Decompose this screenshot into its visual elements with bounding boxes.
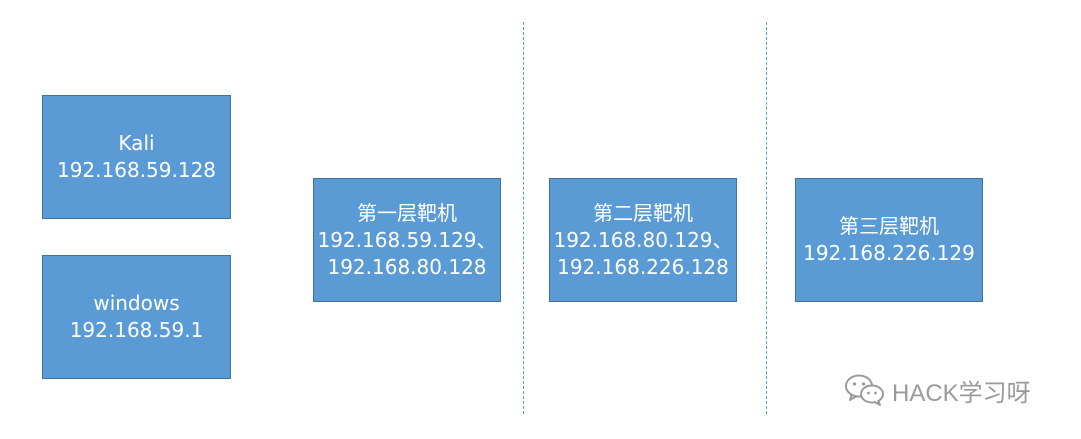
node-layer2-name: 第二层靶机 [593, 200, 693, 225]
watermark-text: HACK学习呀 [892, 379, 1031, 407]
node-layer1-ip-1: 192.168.59.129、 [317, 227, 497, 252]
wechat-icon [845, 374, 884, 406]
network-divider-1 [523, 22, 524, 414]
node-layer2-target: 第二层靶机 192.168.80.129、 192.168.226.128 [549, 178, 737, 302]
node-layer2-ip-1: 192.168.80.129、 [553, 227, 733, 252]
node-windows-ip: 192.168.59.1 [69, 318, 204, 342]
node-windows: windows 192.168.59.1 [42, 255, 231, 379]
network-divider-2 [766, 22, 767, 414]
node-kali-name: Kali [118, 131, 155, 155]
node-layer2-ip-2: 192.168.226.128 [557, 254, 729, 279]
node-layer1-target: 第一层靶机 192.168.59.129、 192.168.80.128 [313, 178, 501, 302]
node-layer3-target: 第三层靶机 192.168.226.129 [795, 178, 983, 302]
node-layer1-ip-2: 192.168.80.128 [327, 254, 487, 279]
node-kali-ip: 192.168.59.128 [56, 158, 217, 182]
node-layer1-name: 第一层靶机 [357, 200, 457, 225]
node-windows-name: windows [93, 291, 180, 315]
watermark: HACK学习呀 [844, 370, 1031, 410]
node-layer3-name: 第三层靶机 [839, 214, 939, 238]
node-kali: Kali 192.168.59.128 [42, 95, 231, 219]
node-layer3-ip: 192.168.226.129 [803, 241, 975, 265]
